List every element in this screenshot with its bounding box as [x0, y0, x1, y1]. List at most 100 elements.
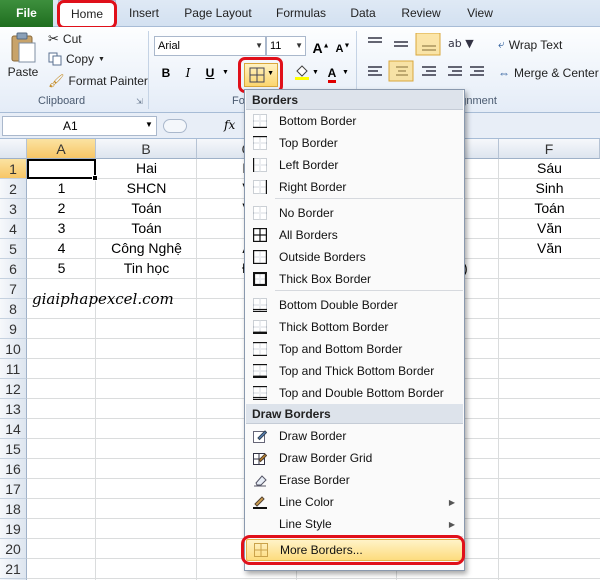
- alignment-buttons-icon[interactable]: ab ▼: [364, 33, 494, 93]
- cell-b1[interactable]: Hai: [96, 159, 197, 178]
- font-color-button[interactable]: A: [322, 63, 342, 83]
- column-header-b[interactable]: B: [96, 139, 197, 159]
- row-header-11[interactable]: 11: [0, 359, 27, 379]
- menu-item-bottom-border[interactable]: Bottom Border: [246, 110, 463, 132]
- tab-page-layout[interactable]: Page Layout: [180, 0, 256, 27]
- row-header-9[interactable]: 9: [0, 319, 27, 339]
- active-cell-a1[interactable]: [27, 159, 98, 181]
- formula-scroll-handle-icon[interactable]: [163, 119, 187, 133]
- cell-a4[interactable]: 3: [27, 219, 96, 238]
- underline-button[interactable]: U: [200, 63, 220, 83]
- grow-font-button[interactable]: A▲: [311, 36, 331, 56]
- font-size-combo[interactable]: 11 ▼: [266, 36, 306, 56]
- font-color-dropdown-icon[interactable]: ▼: [342, 69, 349, 76]
- cell-a5[interactable]: 4: [27, 239, 96, 258]
- cell-f5[interactable]: Văn: [499, 239, 600, 258]
- menu-item-more-borders[interactable]: More Borders...: [246, 539, 463, 561]
- row-header-15[interactable]: 15: [0, 439, 27, 459]
- cell-b3[interactable]: Toán: [96, 199, 197, 218]
- borders-dropdown-icon[interactable]: ▼: [267, 70, 274, 77]
- menu-item-all-borders[interactable]: All Borders: [246, 224, 463, 246]
- row-header-12[interactable]: 12: [0, 379, 27, 399]
- cell-f2[interactable]: Sinh: [499, 179, 600, 198]
- tab-formulas[interactable]: Formulas: [272, 0, 330, 27]
- cell-f4[interactable]: Văn: [499, 219, 600, 238]
- merge-center-button[interactable]: ⇔ Merge & Center: [498, 66, 599, 80]
- row-header-6[interactable]: 6: [0, 259, 27, 279]
- menu-item-line-color[interactable]: Line Color ▶: [246, 491, 463, 513]
- cut-button[interactable]: ✂ Cut: [48, 31, 82, 47]
- cell-f3[interactable]: Toán: [499, 199, 600, 218]
- row-header-5[interactable]: 5: [0, 239, 27, 259]
- borders-button[interactable]: ▼: [244, 63, 278, 87]
- fill-color-button[interactable]: [292, 63, 312, 83]
- menu-item-draw-border[interactable]: Draw Border: [246, 425, 463, 447]
- row-header-21[interactable]: 21: [0, 559, 27, 579]
- tab-review[interactable]: Review: [398, 0, 444, 27]
- font-size-dropdown-icon[interactable]: ▼: [295, 37, 303, 55]
- menu-item-top-border[interactable]: Top Border: [246, 132, 463, 154]
- row-header-7[interactable]: 7: [0, 279, 27, 299]
- cell-a3[interactable]: 2: [27, 199, 96, 218]
- tab-home[interactable]: Home: [58, 0, 116, 28]
- tab-file[interactable]: File: [0, 0, 53, 27]
- menu-item-erase-border[interactable]: Erase Border: [246, 469, 463, 491]
- menu-item-top-and-bottom-border[interactable]: Top and Bottom Border: [246, 338, 463, 360]
- copy-button[interactable]: Copy ▼: [48, 52, 105, 66]
- row-header-17[interactable]: 17: [0, 479, 27, 499]
- clipboard-launcher-icon[interactable]: ⇲: [136, 97, 143, 106]
- underline-dropdown-icon[interactable]: ▼: [222, 69, 229, 76]
- font-name-combo[interactable]: Arial ▼: [154, 36, 266, 56]
- row-header-3[interactable]: 3: [0, 199, 27, 219]
- shrink-font-button[interactable]: A▼: [333, 36, 353, 56]
- insert-function-button[interactable]: fx: [224, 118, 235, 132]
- menu-item-draw-border-grid[interactable]: Draw Border Grid: [246, 447, 463, 469]
- menu-item-top-and-thick-bottom-border[interactable]: Top and Thick Bottom Border: [246, 360, 463, 382]
- copy-dropdown-icon[interactable]: ▼: [98, 56, 105, 63]
- row-header-20[interactable]: 20: [0, 539, 27, 559]
- cell-a2[interactable]: 1: [27, 179, 96, 198]
- menu-item-top-and-double-bottom-border[interactable]: Top and Double Bottom Border: [246, 382, 463, 404]
- row-header-13[interactable]: 13: [0, 399, 27, 419]
- row-header-16[interactable]: 16: [0, 459, 27, 479]
- bold-button[interactable]: B: [156, 63, 176, 83]
- row-header-2[interactable]: 2: [0, 179, 27, 199]
- fill-handle[interactable]: [92, 175, 98, 181]
- menu-item-no-border[interactable]: No Border: [246, 202, 463, 224]
- row-header-10[interactable]: 10: [0, 339, 27, 359]
- row-header-14[interactable]: 14: [0, 419, 27, 439]
- menu-item-outside-borders[interactable]: Outside Borders: [246, 246, 463, 268]
- name-box-dropdown-icon[interactable]: ▼: [145, 120, 153, 129]
- format-painter-button[interactable]: 🖌 Format Painter: [48, 73, 148, 89]
- menu-item-left-border[interactable]: Left Border: [246, 154, 463, 176]
- menu-item-right-border[interactable]: Right Border: [246, 176, 463, 198]
- cell-a6[interactable]: 5: [27, 259, 96, 278]
- select-all-corner[interactable]: [0, 139, 27, 159]
- italic-button[interactable]: I: [178, 63, 198, 83]
- menu-item-bottom-double-border[interactable]: Bottom Double Border: [246, 294, 463, 316]
- row-header-18[interactable]: 18: [0, 499, 27, 519]
- tab-insert[interactable]: Insert: [126, 0, 162, 27]
- row-header-8[interactable]: 8: [0, 299, 27, 319]
- cell-e6[interactable]: ): [463, 259, 483, 278]
- cell-b2[interactable]: SHCN: [96, 179, 197, 198]
- paste-button[interactable]: Paste: [6, 31, 40, 79]
- cell-b4[interactable]: Toán: [96, 219, 197, 238]
- menu-item-line-style[interactable]: Line Style ▶: [246, 513, 463, 535]
- cell-b6[interactable]: Tin học: [96, 259, 197, 278]
- font-name-dropdown-icon[interactable]: ▼: [255, 37, 263, 55]
- tab-view[interactable]: View: [462, 0, 498, 27]
- wrap-text-button[interactable]: ⤶ Wrap Text: [498, 37, 562, 52]
- fill-color-dropdown-icon[interactable]: ▼: [312, 69, 319, 76]
- tab-data[interactable]: Data: [346, 0, 380, 27]
- menu-item-thick-bottom-border[interactable]: Thick Bottom Border: [246, 316, 463, 338]
- menu-item-thick-box-border[interactable]: Thick Box Border: [246, 268, 463, 290]
- row-header-19[interactable]: 19: [0, 519, 27, 539]
- column-header-f[interactable]: F: [499, 139, 600, 159]
- column-header-a[interactable]: A: [27, 139, 96, 159]
- name-box[interactable]: A1: [2, 116, 157, 136]
- cell-f1[interactable]: Sáu: [499, 159, 600, 178]
- row-header-1[interactable]: 1: [0, 159, 27, 179]
- cell-b5[interactable]: Công Nghệ: [96, 239, 197, 258]
- row-header-4[interactable]: 4: [0, 219, 27, 239]
